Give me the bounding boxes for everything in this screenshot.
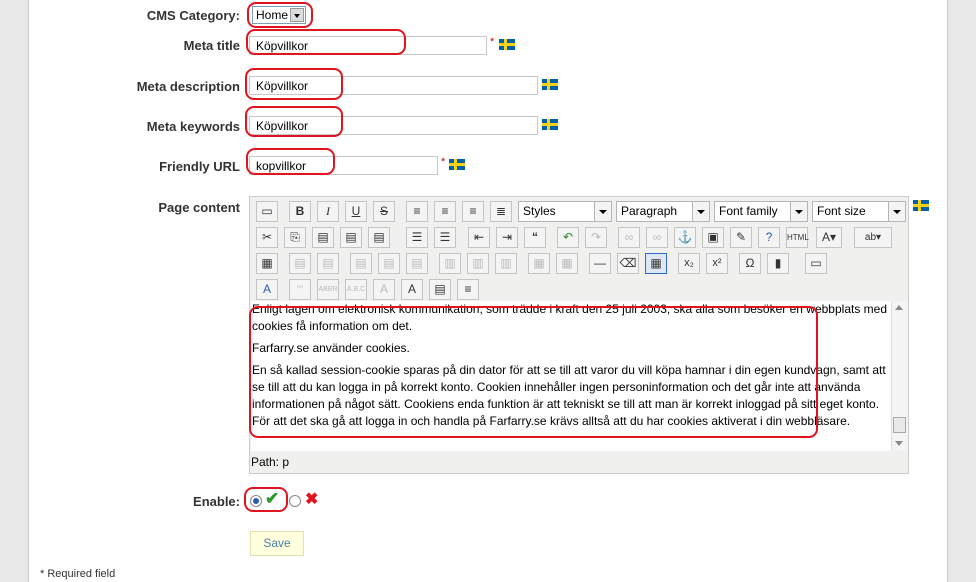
strikethrough-button[interactable]: S — [373, 201, 395, 222]
outdent-icon[interactable]: ⇤ — [468, 227, 490, 248]
anchor-icon[interactable]: ⚓ — [674, 227, 696, 248]
friendly-url-label: Friendly URL — [159, 159, 240, 174]
styleprops-icon[interactable]: A — [256, 279, 278, 300]
scroll-up-icon[interactable] — [895, 305, 903, 310]
nonbreaking-icon[interactable]: ≡ — [457, 279, 479, 300]
format-dropdown-label: Paragraph — [621, 204, 678, 218]
annotation-circle — [246, 148, 335, 175]
bold-button[interactable]: B — [289, 201, 311, 222]
text-color-icon[interactable]: A▾ — [816, 227, 842, 248]
bullet-list-icon[interactable]: ☰ — [406, 227, 428, 248]
link-icon[interactable]: ∞ — [618, 227, 640, 248]
visual-aid-icon[interactable]: ▦ — [645, 253, 667, 274]
styles-dropdown-label: Styles — [523, 204, 556, 218]
underline-button[interactable]: U — [345, 201, 367, 222]
cross-icon: ✖ — [305, 491, 319, 508]
abbreviation-icon[interactable]: ABBR — [317, 279, 339, 300]
cleanup-icon[interactable]: ✎ — [730, 227, 752, 248]
cut-icon[interactable]: ✂ — [256, 227, 278, 248]
save-button[interactable]: Save — [250, 531, 304, 556]
italic-button[interactable]: I — [317, 201, 339, 222]
background-color-icon[interactable]: ab▾ — [854, 227, 892, 248]
styles-dropdown[interactable]: Styles — [518, 201, 612, 222]
unlink-icon[interactable]: ∞ — [646, 227, 668, 248]
insertion-icon[interactable]: A — [401, 279, 423, 300]
horizontal-rule-icon[interactable]: — — [589, 253, 611, 274]
font-family-dropdown-label: Font family — [719, 204, 778, 218]
insert-row-before-icon[interactable]: ▤ — [350, 253, 372, 274]
scroll-thumb[interactable] — [893, 417, 906, 433]
merge-cells-icon[interactable]: ▦ — [556, 253, 578, 274]
required-mark: * — [441, 156, 446, 168]
insert-date-icon[interactable]: ▦ — [256, 253, 278, 274]
delete-col-icon[interactable]: ▥ — [495, 253, 517, 274]
annotation-circle — [247, 2, 313, 28]
paste-text-icon[interactable]: ▤ — [340, 227, 362, 248]
indent-icon[interactable]: ⇥ — [496, 227, 518, 248]
chevron-down-icon[interactable] — [594, 202, 611, 221]
insert-col-after-icon[interactable]: ▥ — [467, 253, 489, 274]
media-icon[interactable]: ▮ — [767, 253, 789, 274]
acronym-icon[interactable]: A.B.C — [345, 279, 367, 300]
cms-category-label: CMS Category: — [146, 8, 240, 23]
editor-scrollbar[interactable] — [891, 301, 908, 451]
enable-label: Enable: — [193, 494, 240, 509]
copy-icon[interactable]: ⎘ — [284, 227, 306, 248]
enable-no-radio[interactable] — [289, 495, 301, 507]
redo-icon[interactable]: ↷ — [585, 227, 607, 248]
annotation-circle — [246, 29, 406, 55]
page-content-label: Page content — [158, 200, 240, 215]
new-document-icon[interactable]: ▭ — [256, 201, 278, 222]
html-source-icon[interactable]: HTML — [786, 227, 809, 248]
table-cell-props-icon[interactable]: ▤ — [317, 253, 339, 274]
swedish-flag-icon[interactable] — [542, 119, 558, 130]
align-justify-icon[interactable]: ≣ — [490, 201, 512, 222]
split-cells-icon[interactable]: ▦ — [528, 253, 550, 274]
fullscreen-icon[interactable]: ▭ — [805, 253, 827, 274]
editor-path: Path: p — [251, 455, 290, 469]
annotation-circle — [249, 306, 818, 438]
required-field-note: * Required field — [40, 568, 116, 580]
delete-row-icon[interactable]: ▤ — [406, 253, 428, 274]
blockquote-icon[interactable]: “ — [524, 227, 546, 248]
swedish-flag-icon[interactable] — [499, 39, 515, 50]
required-mark: * — [490, 36, 495, 48]
superscript-icon[interactable]: x² — [706, 253, 728, 274]
help-icon[interactable]: ? — [758, 227, 780, 248]
swedish-flag-icon[interactable] — [449, 159, 465, 170]
font-family-dropdown[interactable]: Font family — [714, 201, 808, 222]
paste-icon[interactable]: ▤ — [312, 227, 334, 248]
chevron-down-icon[interactable] — [790, 202, 807, 221]
align-left-icon[interactable]: ≡ — [406, 201, 428, 222]
special-char-icon[interactable]: Ω — [739, 253, 761, 274]
remove-format-icon[interactable]: ⌫ — [617, 253, 639, 274]
annotation-circle — [245, 106, 343, 137]
meta-description-label: Meta description — [136, 79, 240, 94]
attributes-icon[interactable]: ▤ — [429, 279, 451, 300]
meta-title-label: Meta title — [183, 38, 240, 53]
subscript-icon[interactable]: x₂ — [678, 253, 700, 274]
image-icon[interactable]: ▣ — [702, 227, 724, 248]
align-center-icon[interactable]: ≡ — [434, 201, 456, 222]
undo-icon[interactable]: ↶ — [557, 227, 579, 248]
meta-keywords-label: Meta keywords — [146, 119, 240, 134]
align-right-icon[interactable]: ≡ — [462, 201, 484, 222]
numbered-list-icon[interactable]: ☰ — [434, 227, 456, 248]
deletion-icon[interactable]: A — [373, 279, 395, 300]
swedish-flag-icon[interactable] — [913, 200, 929, 211]
chevron-down-icon[interactable] — [888, 202, 905, 221]
annotation-circle — [245, 68, 343, 100]
paste-word-icon[interactable]: ▤ — [368, 227, 390, 248]
table-row-props-icon[interactable]: ▤ — [289, 253, 311, 274]
scroll-down-icon[interactable] — [895, 441, 903, 446]
chevron-down-icon[interactable] — [692, 202, 709, 221]
insert-col-before-icon[interactable]: ▥ — [439, 253, 461, 274]
format-dropdown[interactable]: Paragraph — [616, 201, 710, 222]
font-size-dropdown[interactable]: Font size — [812, 201, 906, 222]
cite-icon[interactable]: “” — [289, 279, 311, 300]
annotation-circle — [244, 487, 288, 512]
insert-row-after-icon[interactable]: ▤ — [378, 253, 400, 274]
font-size-dropdown-label: Font size — [817, 204, 866, 218]
swedish-flag-icon[interactable] — [542, 79, 558, 90]
